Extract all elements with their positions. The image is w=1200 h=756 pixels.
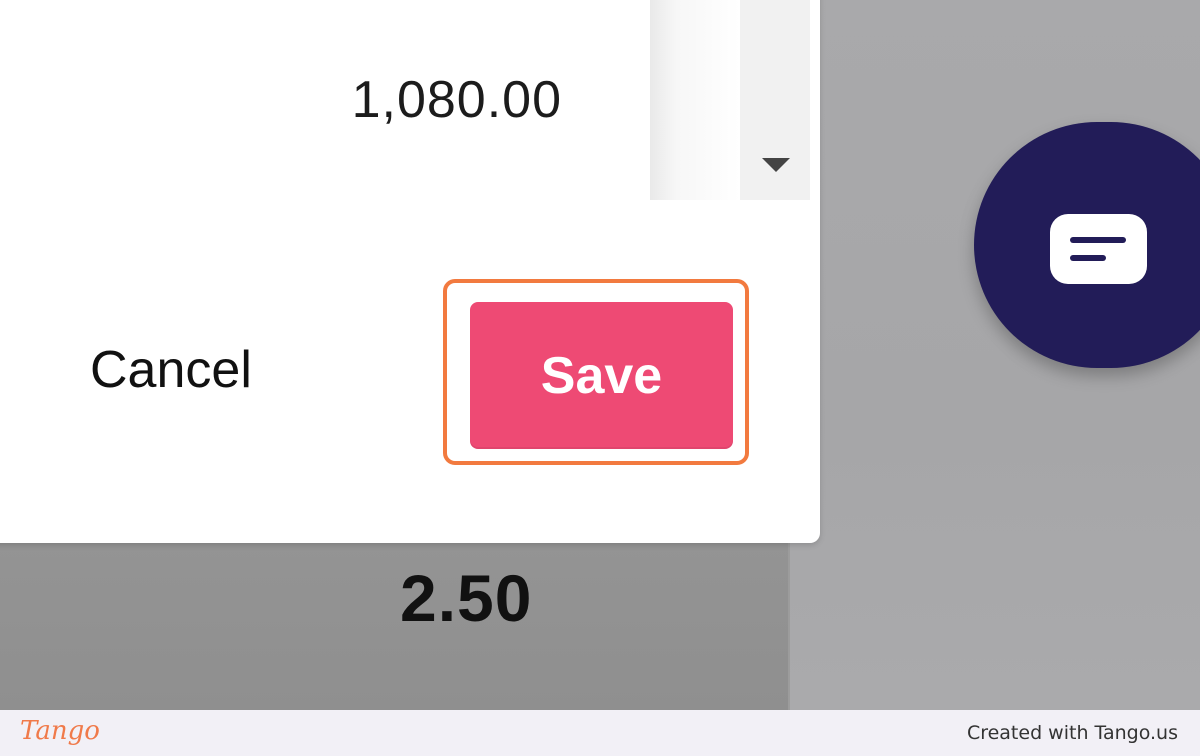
footer-bar: Tango Created with Tango.us <box>0 710 1200 756</box>
panel-divider <box>788 540 790 710</box>
background-value: 2.50 <box>400 561 533 635</box>
chat-bubble-icon <box>1050 214 1147 284</box>
save-button[interactable]: Save <box>470 302 733 449</box>
amount-field[interactable]: 1,080.00 <box>0 0 650 200</box>
created-with-link[interactable]: Created with Tango.us <box>967 722 1178 744</box>
edit-dialog: 1,080.00 Cancel Save <box>0 0 820 543</box>
caret-down-icon <box>762 158 790 172</box>
zoomed-app-view: 2.50 1,080.00 Cancel Save <box>0 0 1200 710</box>
cancel-button[interactable]: Cancel <box>90 320 290 420</box>
tango-step-screenshot: 2.50 1,080.00 Cancel Save Tango Created … <box>0 0 1200 756</box>
dropdown-button[interactable] <box>740 0 810 200</box>
chat-icon-line <box>1070 255 1106 261</box>
amount-value: 1,080.00 <box>351 71 562 129</box>
tango-logo[interactable]: Tango <box>20 716 100 746</box>
chat-icon-line <box>1070 237 1126 243</box>
field-edge <box>650 0 740 200</box>
